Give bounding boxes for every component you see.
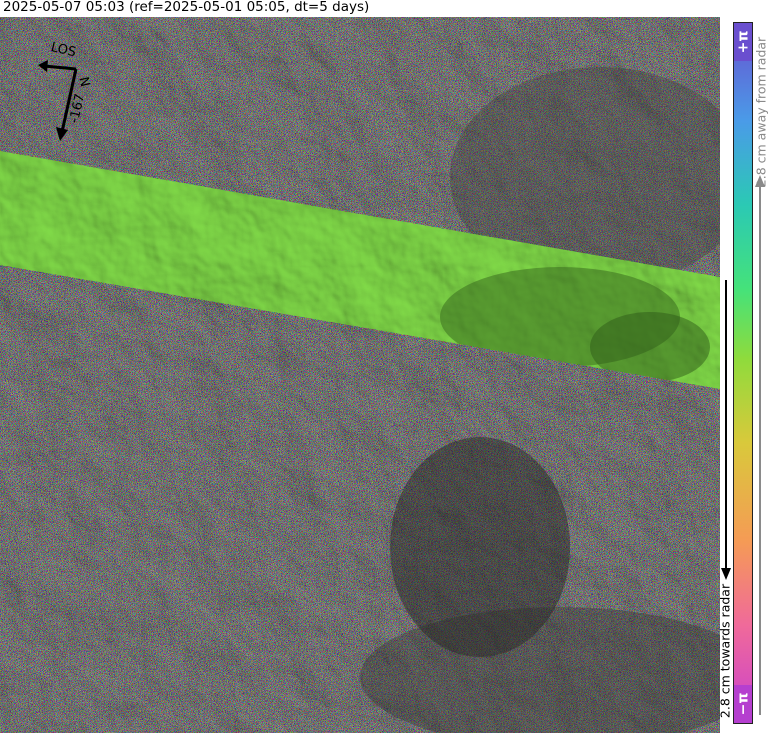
map-title: 2025-05-07 05:03 (ref=2025-05-01 05:05, … bbox=[3, 0, 370, 15]
colorbar-bottom-cap: −π bbox=[734, 685, 752, 723]
colorbar-towards-label: 2.8 cm towards radar bbox=[717, 583, 733, 719]
away-arrow-icon bbox=[755, 175, 765, 715]
towards-arrow-icon bbox=[721, 280, 731, 580]
interferogram-canvas: LOS N -167 bbox=[0, 17, 720, 733]
colorbar-top-cap: +π bbox=[734, 23, 752, 61]
colorbar-towards-label-box: 2.8 cm towards radar bbox=[716, 576, 734, 726]
colorbar-top-label: +π bbox=[735, 30, 751, 54]
interferogram-map[interactable]: LOS N -167 bbox=[0, 17, 720, 733]
colorbar-away-label-box: 2.8 cm away from radar bbox=[752, 32, 770, 192]
phase-colorbar: +π −π bbox=[733, 22, 753, 724]
colorbar-bottom-label: −π bbox=[735, 692, 751, 716]
colorbar-away-label: 2.8 cm away from radar bbox=[753, 36, 769, 188]
